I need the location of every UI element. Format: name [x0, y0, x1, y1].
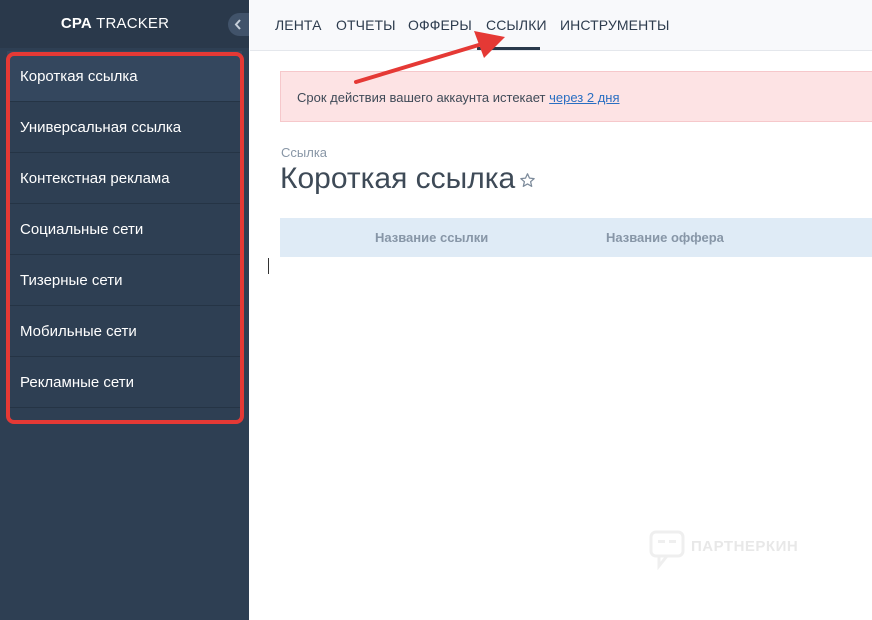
column-header-link-name[interactable]: Название ссылки	[375, 230, 488, 245]
sidebar-item-social[interactable]: Социальные сети	[7, 204, 242, 255]
sidebar-header: CPA TRACKER	[0, 0, 249, 48]
alert-link[interactable]: через 2 дня	[549, 90, 619, 105]
sidebar-item-label: Тизерные сети	[20, 271, 123, 289]
sidebar-menu: Короткая ссылка Универсальная ссылка Кон…	[7, 51, 242, 408]
sidebar-item-label: Социальные сети	[20, 220, 144, 238]
page-title: Короткая ссылка	[280, 162, 516, 195]
alert-text: Срок действия вашего аккаунта истекает ч…	[297, 90, 620, 105]
watermark-text: ПАРТНЕРКИН	[691, 538, 799, 555]
sidebar-item-ad-networks[interactable]: Рекламные сети	[7, 357, 242, 408]
table-header: Название ссылки Название оффера	[280, 218, 872, 257]
active-tab-indicator	[477, 47, 540, 50]
brand-bold: CPA	[60, 15, 92, 32]
breadcrumb[interactable]: Ссылка	[281, 145, 327, 160]
brand-rest: TRACKER	[96, 15, 170, 32]
sidebar-item-label: Короткая ссылка	[20, 67, 138, 85]
tab-offers[interactable]: ОФФЕРЫ	[408, 17, 472, 33]
sidebar-item-label: Универсальная ссылка	[20, 118, 182, 136]
sidebar-item-label: Контекстная реклама	[20, 169, 170, 187]
sidebar-item-short-link[interactable]: Короткая ссылка	[7, 51, 242, 102]
sidebar-item-teaser[interactable]: Тизерные сети	[7, 255, 242, 306]
alert-message: Срок действия вашего аккаунта истекает	[297, 90, 550, 105]
sidebar-item-mobile[interactable]: Мобильные сети	[7, 306, 242, 357]
account-expiry-alert: Срок действия вашего аккаунта истекает ч…	[280, 71, 872, 122]
star-icon[interactable]	[519, 172, 536, 189]
chevron-left-icon	[234, 19, 241, 30]
app-logo[interactable]: CPA TRACKER	[0, 15, 230, 32]
tab-links[interactable]: ССЫЛКИ	[486, 17, 547, 33]
column-header-offer-name[interactable]: Название оффера	[606, 230, 724, 245]
sidebar-item-label: Мобильные сети	[20, 322, 137, 340]
tab-reports[interactable]: ОТЧЕТЫ	[336, 17, 396, 33]
sidebar-collapse-button[interactable]	[228, 13, 249, 36]
sidebar: CPA TRACKER Короткая ссылка Универсальна…	[0, 0, 249, 620]
tab-feed[interactable]: ЛЕНТА	[275, 17, 322, 33]
tab-tools[interactable]: ИНСТРУМЕНТЫ	[560, 17, 669, 33]
text-cursor	[268, 258, 269, 274]
sidebar-item-context-ads[interactable]: Контекстная реклама	[7, 153, 242, 204]
sidebar-item-universal-link[interactable]: Универсальная ссылка	[7, 102, 242, 153]
watermark-logo-icon	[649, 530, 685, 570]
sidebar-item-label: Рекламные сети	[20, 373, 134, 391]
